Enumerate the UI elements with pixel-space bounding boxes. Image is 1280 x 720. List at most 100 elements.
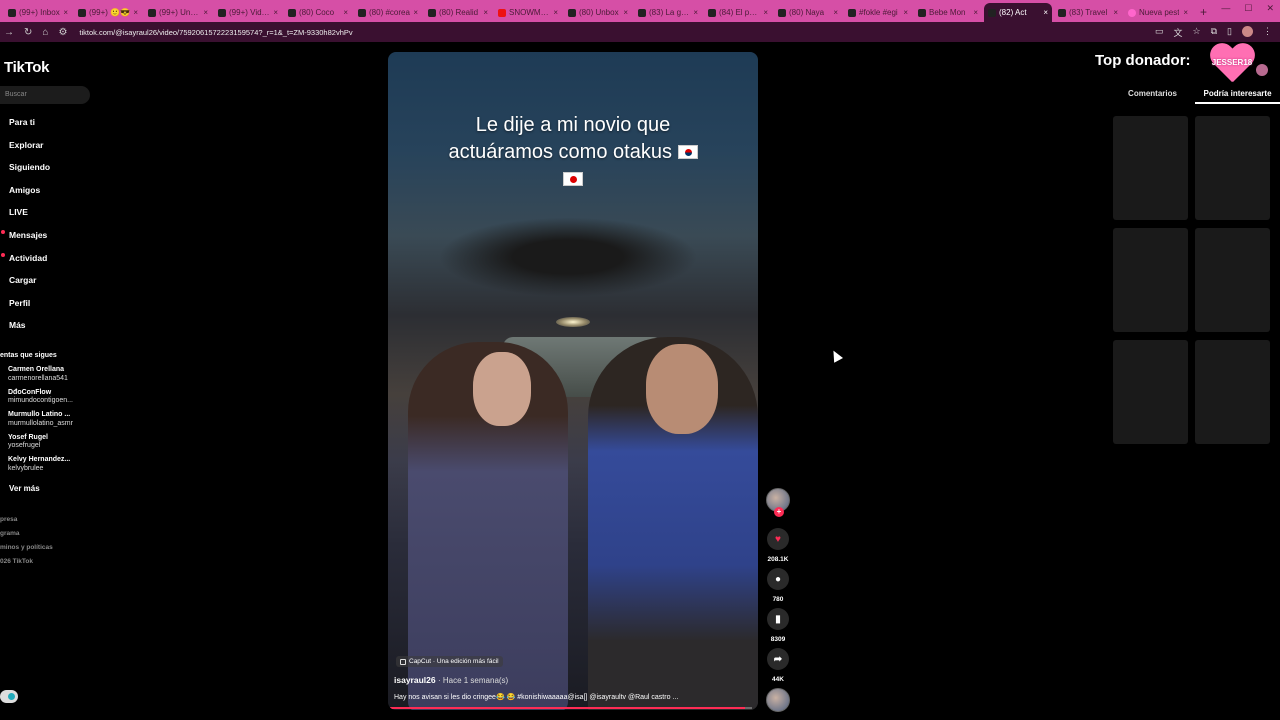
browser-tab[interactable]: Bebe Mon × xyxy=(914,3,982,22)
heart-icon[interactable]: ♥ xyxy=(767,528,789,550)
close-tab-icon[interactable]: × xyxy=(763,8,768,17)
recommended-video-placeholder[interactable] xyxy=(1195,340,1270,444)
share-button[interactable]: ➦ 44K xyxy=(765,648,791,683)
close-tab-icon[interactable]: × xyxy=(203,8,208,17)
close-tab-icon[interactable]: × xyxy=(693,8,698,17)
recommended-video-placeholder[interactable] xyxy=(1195,228,1270,332)
browser-tab[interactable]: (99+) Inbox × xyxy=(4,3,72,22)
footer-link[interactable]: presa xyxy=(0,516,17,523)
video-description[interactable]: Hay nos avisan si les dio cringee😂 😂 #ko… xyxy=(394,693,734,701)
reload-icon[interactable]: ↻ xyxy=(24,27,32,38)
bookmark-icon[interactable]: ▮ xyxy=(767,608,789,630)
sidebar-item-siguiendo[interactable]: Siguiendo xyxy=(9,161,50,184)
footer-link[interactable]: grama xyxy=(0,530,20,537)
close-window-icon[interactable]: ✕ xyxy=(1266,3,1274,14)
close-tab-icon[interactable]: × xyxy=(903,8,908,17)
video-author[interactable]: isayraul26 · Hace 1 semana(s) xyxy=(394,675,508,685)
creator-avatar[interactable]: + xyxy=(766,488,790,517)
translate-icon[interactable]: 文 xyxy=(1174,26,1183,39)
share-icon[interactable]: ➦ xyxy=(767,648,789,670)
sidebar-item-cargar[interactable]: Cargar xyxy=(9,274,50,297)
close-tab-icon[interactable]: × xyxy=(553,8,558,17)
home-icon[interactable]: ⌂ xyxy=(42,27,48,38)
minimize-icon[interactable]: — xyxy=(1221,3,1230,14)
theme-toggle[interactable] xyxy=(0,690,18,703)
browser-tab[interactable]: (99+) Unboxing× xyxy=(144,3,212,22)
comment-icon[interactable]: ● xyxy=(767,568,789,590)
followed-account[interactable]: Yosef Rugel yosefrugel xyxy=(8,434,48,451)
close-tab-icon[interactable]: × xyxy=(413,8,418,17)
recommended-video-placeholder[interactable] xyxy=(1113,340,1188,444)
sidebar-item-para-ti[interactable]: Para ti xyxy=(9,116,50,139)
browser-tab[interactable]: (99+) 🙂😎 × xyxy=(74,3,142,22)
url-text[interactable]: tiktok.com/@isayraul26/video/75920615722… xyxy=(79,28,352,37)
creator-avatar-button[interactable]: + xyxy=(765,488,791,517)
video-progress-bar[interactable] xyxy=(390,707,752,709)
tiktok-logo[interactable]: TikTok xyxy=(4,59,49,76)
close-tab-icon[interactable]: × xyxy=(833,8,838,17)
maximize-icon[interactable]: ☐ xyxy=(1244,3,1252,14)
recommended-video-placeholder[interactable] xyxy=(1113,116,1188,220)
close-tab-icon[interactable]: × xyxy=(1113,8,1118,17)
browser-tab[interactable]: Nueva pest × xyxy=(1124,3,1192,22)
site-info-icon[interactable]: ⚙ xyxy=(58,27,67,38)
capcut-badge[interactable]: CapCut · Una edición más fácil xyxy=(396,656,503,667)
followed-account[interactable]: Kelvy Hernandez... kelvybrulee xyxy=(8,456,70,473)
extensions-icon[interactable]: ⧉ xyxy=(1211,26,1217,39)
new-tab-button[interactable]: + xyxy=(1194,3,1213,22)
comment-button[interactable]: ● 780 xyxy=(765,568,791,603)
sound-avatar[interactable] xyxy=(766,688,790,712)
sidebar-item-m-s[interactable]: Más xyxy=(9,319,50,342)
close-tab-icon[interactable]: × xyxy=(273,8,278,17)
browser-tab[interactable]: (82) Act × xyxy=(984,3,1052,22)
bookmark-star-icon[interactable]: ☆ xyxy=(1193,26,1201,39)
close-tab-icon[interactable]: × xyxy=(63,8,68,17)
sidepanel-icon[interactable]: ▯ xyxy=(1227,26,1232,39)
followed-account[interactable]: Murmullo Latino ... murmullolatino_asmr xyxy=(8,411,73,428)
browser-menu-icon[interactable]: ⋮ xyxy=(1263,26,1272,39)
browser-tab[interactable]: (80) Realid × xyxy=(424,3,492,22)
close-tab-icon[interactable]: × xyxy=(483,8,488,17)
sound-avatar-button[interactable] xyxy=(765,688,791,712)
tab-comentarios[interactable]: Comentarios xyxy=(1110,86,1195,104)
browser-tab[interactable]: (83) La gran × xyxy=(634,3,702,22)
search-input[interactable]: Buscar xyxy=(0,86,90,104)
sidebar-item-amigos[interactable]: Amigos xyxy=(9,184,50,207)
close-tab-icon[interactable]: × xyxy=(133,8,138,17)
cast-icon[interactable]: ▭ xyxy=(1155,26,1164,39)
footer-link[interactable]: minos y políticas xyxy=(0,544,53,551)
sidebar-item-actividad[interactable]: Actividad xyxy=(9,252,50,275)
see-more-link[interactable]: Ver más xyxy=(9,484,40,493)
like-button[interactable]: ♥ 208.1K xyxy=(765,528,791,563)
sidebar-item-mensajes[interactable]: Mensajes xyxy=(9,229,50,252)
save-button[interactable]: ▮ 8309 xyxy=(765,608,791,643)
forward-icon[interactable]: → xyxy=(4,27,14,38)
follow-plus-icon[interactable]: + xyxy=(774,507,784,517)
browser-tab[interactable]: #fokle #egi × xyxy=(844,3,912,22)
footer-link[interactable]: 026 TikTok xyxy=(0,558,33,565)
followed-account[interactable]: DđoConFlow mimundocontigoen... xyxy=(8,389,73,406)
browser-profile-avatar[interactable] xyxy=(1242,26,1253,37)
followed-account[interactable]: Carmen Orellana carmenorellana541 xyxy=(8,366,68,383)
sidebar-item-explorar[interactable]: Explorar xyxy=(9,139,50,162)
tab-podria-interesarte[interactable]: Podría interesarte xyxy=(1195,86,1280,104)
browser-tab[interactable]: (80) #corea × xyxy=(354,3,422,22)
browser-tab[interactable]: (80) Coco × xyxy=(284,3,352,22)
sidebar-item-live[interactable]: LIVE xyxy=(9,206,50,229)
browser-tab[interactable]: SNOWMAN × xyxy=(494,3,562,22)
close-tab-icon[interactable]: × xyxy=(343,8,348,17)
close-tab-icon[interactable]: × xyxy=(1183,8,1188,17)
close-tab-icon[interactable]: × xyxy=(623,8,628,17)
recommended-video-placeholder[interactable] xyxy=(1195,116,1270,220)
close-tab-icon[interactable]: × xyxy=(1043,8,1048,17)
browser-tab[interactable]: (99+) Video × xyxy=(214,3,282,22)
recommended-video-placeholder[interactable] xyxy=(1113,228,1188,332)
author-username[interactable]: isayraul26 xyxy=(394,675,436,685)
browser-tab[interactable]: (80) Naya × xyxy=(774,3,842,22)
close-tab-icon[interactable]: × xyxy=(973,8,978,17)
browser-tab[interactable]: (84) El pero × xyxy=(704,3,772,22)
browser-tab[interactable]: (83) Travel × xyxy=(1054,3,1122,22)
browser-tab[interactable]: (80) Unbox × xyxy=(564,3,632,22)
video-player[interactable]: Le dije a mi novio que actuáramos como o… xyxy=(388,52,758,710)
sidebar-item-perfil[interactable]: Perfil xyxy=(9,297,50,320)
